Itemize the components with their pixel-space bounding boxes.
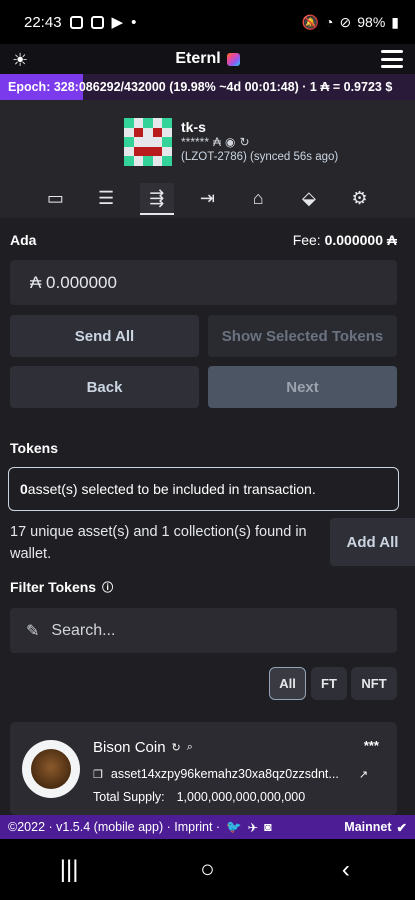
copy-icon[interactable]: ❐ — [93, 768, 103, 781]
stamp-icon[interactable]: ⬙ — [292, 183, 326, 215]
epoch-bar: Epoch: 328:086292/432000 (19.98% ~4d 00:… — [0, 74, 415, 100]
filter-tokens-row: Filter Tokens ⓘ — [10, 579, 113, 595]
menu-icon[interactable] — [381, 50, 403, 68]
token-asset-id: asset14xzpy96kemahz30xa8qz0zzsdnt... — [110, 767, 339, 781]
token-amount-masked: *** — [363, 738, 379, 753]
sync-icon[interactable]: ↻ — [240, 135, 250, 149]
filter-tokens-label: Filter Tokens — [10, 579, 97, 595]
pencil-icon: ✎ — [26, 622, 40, 640]
add-all-button[interactable]: Add All — [330, 518, 415, 566]
fee-display: Fee: 0.000000 ₳ — [293, 232, 397, 248]
message-icon — [69, 15, 83, 29]
android-nav-bar: ||| ○ ‹ — [0, 839, 415, 900]
twitter-icon[interactable]: 🐦 — [226, 820, 242, 835]
show-selected-tokens-button[interactable]: Show Selected Tokens — [208, 315, 397, 357]
home-icon[interactable]: ○ — [177, 856, 237, 884]
token-card[interactable]: Bison Coin ↻ ⌕ *** ❐ asset14xzpy96kemahz… — [10, 722, 397, 815]
found-assets-text: 17 unique asset(s) and 1 collection(s) f… — [10, 524, 307, 562]
external-link-icon[interactable]: ↗ — [359, 768, 368, 781]
ada-label: Ada — [10, 232, 37, 248]
app-title: Eternl — [175, 50, 240, 68]
filter-nft-button[interactable]: NFT — [351, 667, 397, 700]
network-label: Mainnet — [344, 820, 392, 834]
discord-icon[interactable]: ◙ — [264, 820, 272, 834]
document-icon[interactable]: ☰ — [89, 183, 123, 215]
dot-icon: • — [131, 13, 137, 31]
app-title-text: Eternl — [175, 50, 221, 67]
app-footer: ©2022 · v1.5.4 (mobile app) · Imprint · … — [0, 815, 415, 839]
send-all-button[interactable]: Send All — [10, 315, 199, 357]
back-icon[interactable]: ‹ — [316, 856, 376, 884]
notification-icon — [90, 15, 104, 29]
selected-text: asset(s) selected to be included in tran… — [27, 481, 316, 497]
wifi-icon: ◔ — [325, 14, 334, 30]
dnd-icon: ⊘ — [339, 13, 352, 30]
epoch-text: Epoch: 328:086292/432000 (19.98% ~4d 00:… — [8, 80, 393, 94]
wallet-balance-row: ****** ₳ ◉ ↻ — [181, 135, 250, 149]
filter-ft-button[interactable]: FT — [311, 667, 347, 700]
mute-icon: 🔕 — [301, 13, 320, 30]
supply-label: Total Supply: — [93, 790, 165, 804]
back-button[interactable]: Back — [10, 366, 199, 408]
send-panel: Ada Fee: 0.000000 ₳ ₳ 0.000000 Send All … — [0, 218, 415, 815]
ada-amount-input[interactable]: ₳ 0.000000 — [10, 260, 397, 305]
ada-icon: ₳ — [213, 135, 222, 149]
status-time: 22:43 — [24, 13, 62, 31]
send-box-icon[interactable]: ⇶ — [139, 183, 174, 215]
recent-apps-icon[interactable]: ||| — [39, 856, 99, 884]
app-logo-icon — [226, 52, 240, 66]
token-supply-row: Total Supply: 1,000,000,000,000,000 — [93, 790, 305, 804]
selected-count: 0 — [20, 481, 28, 497]
search-icon[interactable]: ⌕ — [187, 741, 193, 754]
hide-eye-icon[interactable]: ◉ — [225, 135, 235, 149]
token-name: Bison Coin — [93, 739, 166, 756]
theme-toggle-icon[interactable]: ☀ — [12, 50, 28, 71]
token-logo — [22, 740, 80, 798]
network-indicator[interactable]: Mainnet ✔ — [344, 820, 407, 835]
search-placeholder: Search... — [51, 621, 116, 639]
filter-all-button[interactable]: All — [269, 667, 306, 700]
token-search-input[interactable]: ✎ Search... — [10, 608, 397, 653]
status-bar: 22:43 ▶ • 🔕 ◔ ⊘ 98% ▮ — [0, 0, 415, 44]
gear-icon[interactable]: ⚙ — [343, 183, 377, 215]
receive-icon[interactable]: ⇥ — [190, 183, 224, 215]
check-icon: ✔ — [396, 820, 407, 835]
info-icon[interactable]: ⓘ — [102, 579, 113, 595]
wallet-tabs: ▭ ☰ ⇶ ⇥ ⌂ ⬙ ⚙ — [0, 180, 415, 218]
cash-icon[interactable]: ▭ — [38, 183, 72, 215]
refresh-icon[interactable]: ↻ — [172, 741, 181, 754]
fee-label: Fee: — [292, 232, 321, 248]
wallet-name: tk-s — [181, 119, 206, 135]
app-bar: ☀ Eternl — [0, 44, 415, 74]
supply-value: 1,000,000,000,000,000 — [176, 790, 306, 804]
token-asset-row: ❐ asset14xzpy96kemahz30xa8qz0zzsdnt... ↗ — [93, 767, 388, 781]
next-button[interactable]: Next — [208, 366, 397, 408]
battery-icon: ▮ — [391, 13, 399, 30]
selected-assets-info: 0 asset(s) selected to be included in tr… — [8, 467, 399, 511]
wallet-balance-masked: ****** — [181, 135, 210, 149]
tokens-label: Tokens — [10, 440, 58, 456]
telegram-icon[interactable]: ✈ — [248, 820, 258, 835]
play-icon: ▶ — [111, 14, 124, 31]
wallet-sync-status: (LZOT-2786) (synced 56s ago) — [181, 151, 339, 163]
battery-level: 98% — [357, 14, 386, 30]
wallet-avatar — [124, 118, 172, 166]
token-name-row: Bison Coin ↻ ⌕ — [93, 739, 193, 756]
fee-value: 0.000000 ₳ — [324, 232, 397, 248]
wallet-header: tk-s ****** ₳ ◉ ↻ (LZOT-2786) (synced 56… — [0, 100, 415, 180]
footer-text: ©2022 · v1.5.4 (mobile app) · Imprint · — [8, 820, 221, 834]
bank-icon[interactable]: ⌂ — [241, 183, 275, 215]
